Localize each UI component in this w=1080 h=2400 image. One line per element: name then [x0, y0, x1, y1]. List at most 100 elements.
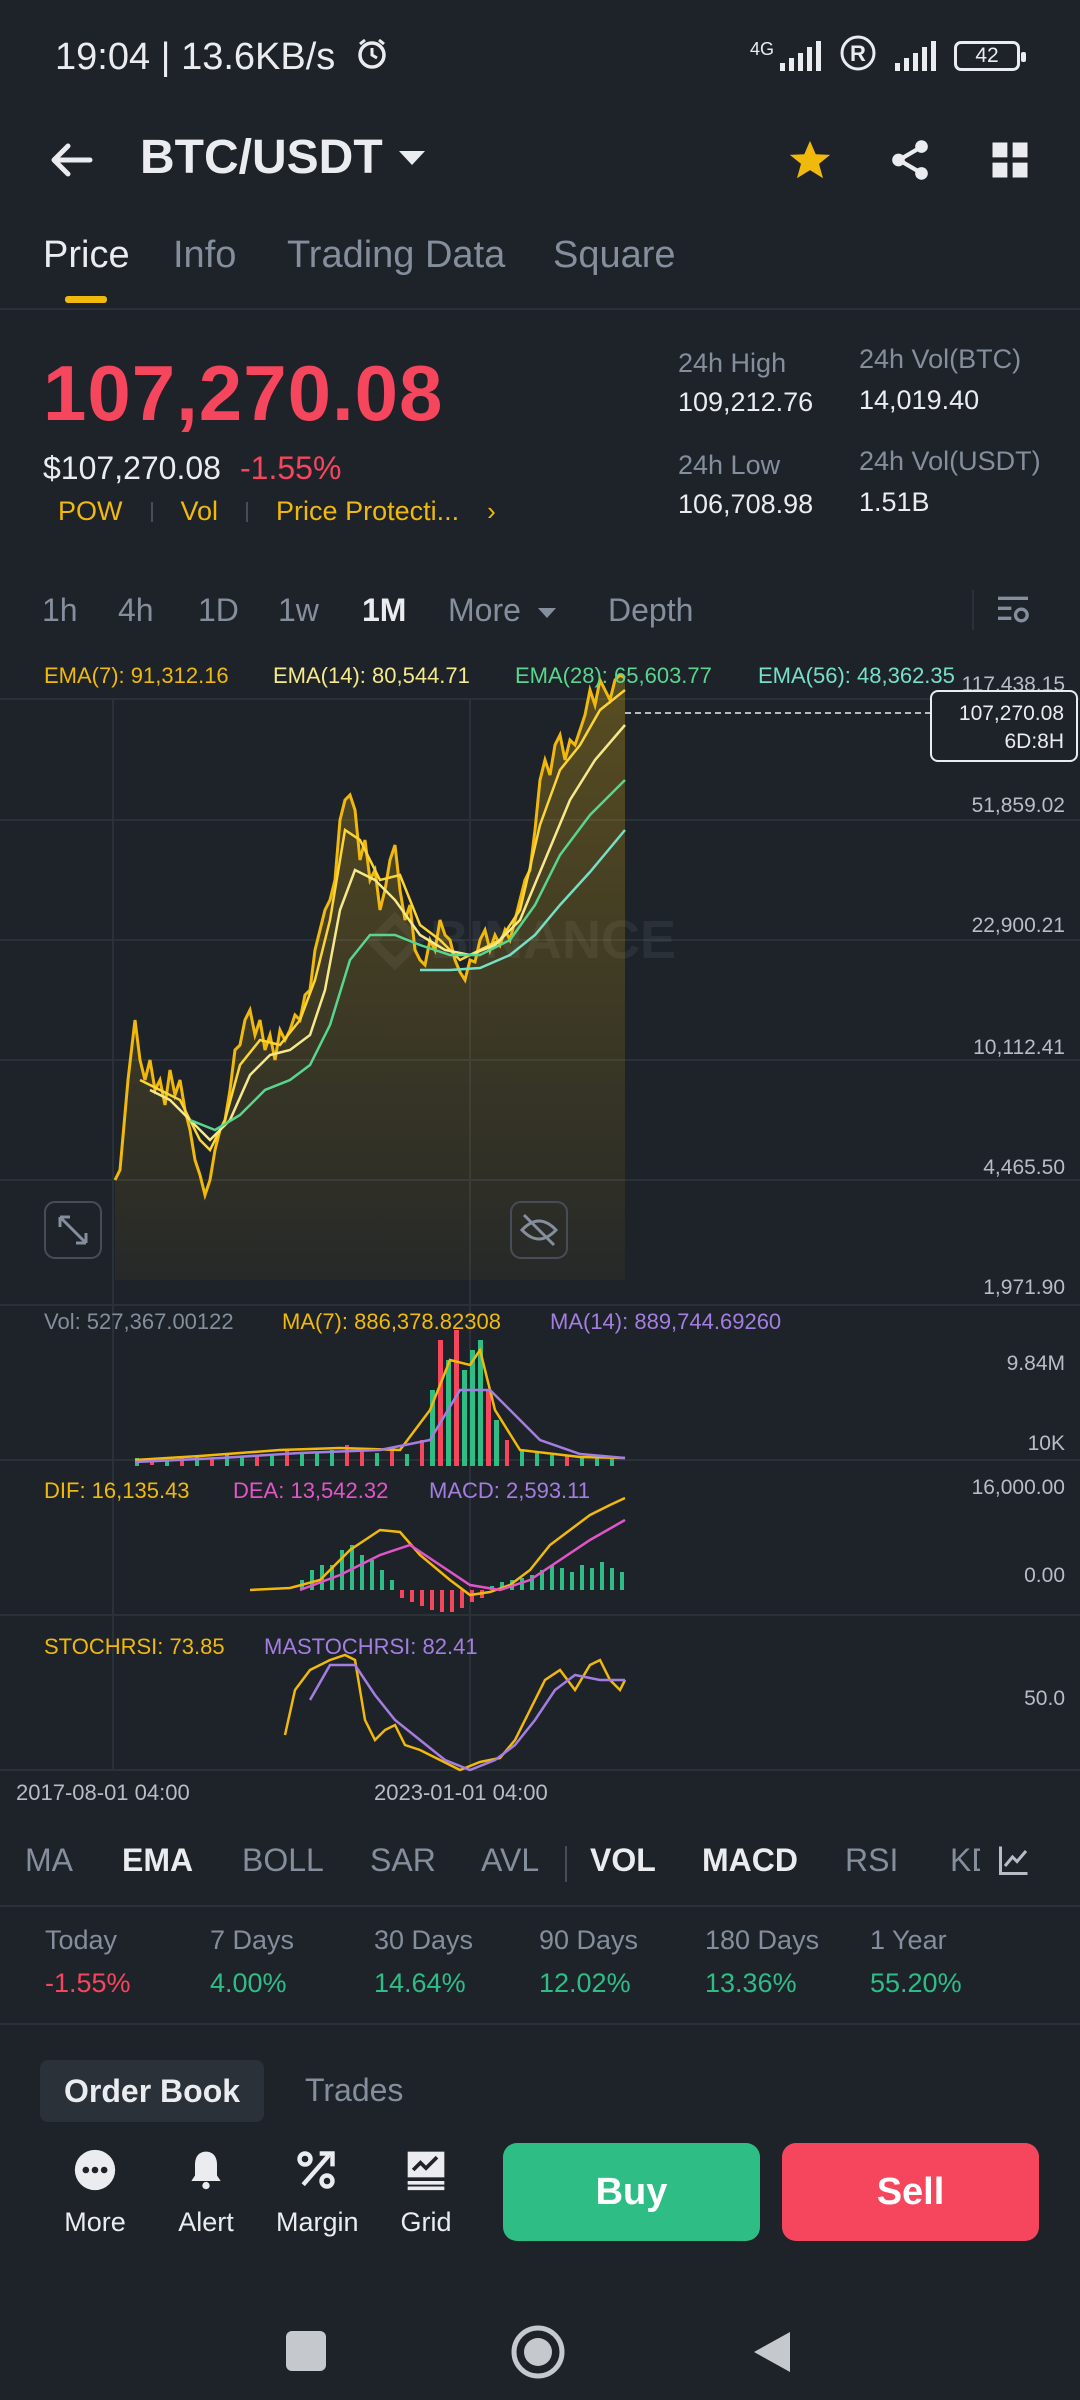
perf-label: 90 Days	[539, 1925, 639, 1955]
indicator-settings-button[interactable]	[996, 1842, 1032, 1883]
vol-axis-label: 10K	[1027, 1432, 1065, 1455]
perf-value: 13.36%	[705, 1968, 797, 1998]
svg-text:R: R	[850, 41, 866, 66]
stat-value: 106,708.98	[678, 489, 814, 519]
tab-trading-data[interactable]: Trading Data	[287, 234, 505, 277]
interval-1w[interactable]: 1w	[278, 592, 319, 629]
action-label: More	[64, 2207, 126, 2237]
system-nav-bar	[0, 2280, 1080, 2400]
price-axis-label: 51,859.02	[971, 794, 1065, 817]
indicator-ma[interactable]: MA	[25, 1842, 73, 1879]
indicator-vol[interactable]: VOL	[590, 1842, 656, 1879]
signal-icon	[780, 41, 821, 71]
vol-ma14-label: MA(14): 889,744.69260	[550, 1309, 782, 1334]
stat-value: 1.51B	[859, 487, 930, 517]
interval-more[interactable]: More	[448, 592, 558, 629]
stat-24h-vol-btc: 24h Vol(BTC) 14,019.40	[859, 344, 1021, 416]
home-button[interactable]	[510, 2324, 566, 2380]
more-button[interactable]: More	[55, 2145, 135, 2238]
indicator-boll[interactable]: BOLL	[242, 1842, 324, 1879]
interval-4h[interactable]: 4h	[118, 592, 154, 629]
vol-axis-label: 9.84M	[1006, 1352, 1065, 1375]
interval-more-label: More	[448, 592, 521, 628]
header: BTC/USDT	[0, 110, 1080, 210]
stat-label: 24h Vol(USDT)	[859, 446, 1041, 476]
pair-selector[interactable]: BTC/USDT	[140, 130, 427, 185]
caret-down-icon	[398, 150, 425, 165]
stat-24h-low: 24h Low 106,708.98	[678, 450, 813, 520]
indicator-macd[interactable]: MACD	[702, 1842, 798, 1879]
header-actions	[780, 130, 1040, 190]
indicator-avl[interactable]: AVL	[481, 1842, 539, 1879]
interval-1d[interactable]: 1D	[198, 592, 239, 629]
tab-info[interactable]: Info	[173, 234, 236, 277]
battery-level: 42	[975, 44, 999, 67]
perf-value: 14.64%	[374, 1968, 466, 1998]
indicator-ema[interactable]: EMA	[122, 1842, 193, 1879]
grid-button[interactable]: Grid	[386, 2145, 466, 2238]
indicator-rsi[interactable]: RSI	[845, 1842, 898, 1879]
interval-1m[interactable]: 1M	[362, 592, 406, 629]
indicator-sar[interactable]: SAR	[370, 1842, 436, 1879]
ema28-label: EMA(28): 65,603.77	[515, 663, 712, 688]
stat-24h-high: 24h High 109,212.76	[678, 348, 813, 418]
perf-label: Today	[45, 1925, 118, 1955]
tab-square[interactable]: Square	[553, 234, 676, 277]
usd-price: $107,270.08	[43, 450, 221, 486]
tab-price[interactable]: Price	[43, 234, 130, 277]
vol-label: Vol: 527,367.00122	[44, 1309, 234, 1334]
alert-button[interactable]: Alert	[166, 2145, 246, 2238]
tab-trades[interactable]: Trades	[305, 2072, 403, 2109]
buy-button[interactable]: Buy	[503, 2143, 760, 2241]
ema56-label: EMA(56): 48,362.35	[758, 663, 955, 688]
chart-settings-button[interactable]	[993, 590, 1033, 635]
sell-button[interactable]: Sell	[782, 2143, 1039, 2241]
divider	[565, 1846, 567, 1882]
perf-7d: 7 Days 4.00%	[210, 1925, 294, 1999]
interval-1h[interactable]: 1h	[42, 592, 78, 629]
dif-label: DIF: 16,135.43	[44, 1478, 190, 1503]
tag-price-protection[interactable]: Price Protecti...	[276, 496, 459, 527]
favorite-button[interactable]	[780, 130, 840, 190]
active-tab-indicator	[65, 296, 107, 303]
back-button[interactable]	[42, 130, 102, 190]
perf-1y: 1 Year 55.20%	[870, 1925, 962, 1999]
stat-value: 109,212.76	[678, 387, 814, 417]
tag-row: POW Vol Price Protecti... ›	[58, 496, 496, 527]
chevron-right-icon[interactable]: ›	[487, 496, 496, 527]
recent-apps-button[interactable]	[286, 2331, 326, 2371]
vol-ma7-label: MA(7): 886,378.82308	[282, 1309, 501, 1334]
indicator-kd[interactable]: KD	[950, 1842, 980, 1879]
stochrsi-label: STOCHRSI: 73.85	[44, 1634, 225, 1659]
last-price-tag-value: 107,270.08	[958, 702, 1064, 725]
price-axis-label: 10,112.41	[973, 1036, 1065, 1059]
tag-vol[interactable]: Vol	[181, 496, 219, 527]
tag-divider	[150, 501, 153, 522]
ema7-label: EMA(7): 91,312.16	[44, 663, 229, 688]
expand-chart-button[interactable]	[44, 1201, 102, 1259]
interval-depth[interactable]: Depth	[608, 592, 693, 629]
last-price-tag: 107,270.08 6D:8H	[930, 690, 1078, 762]
network-type: 4G	[749, 38, 774, 59]
perf-label: 1 Year	[870, 1925, 947, 1955]
price-axis-label: 4,465.50	[983, 1156, 1065, 1179]
margin-button[interactable]: Margin	[276, 2145, 359, 2238]
tag-pow[interactable]: POW	[58, 496, 123, 527]
margin-icon	[291, 2145, 341, 2195]
action-label: Margin	[276, 2207, 359, 2237]
chart-settings-icon	[998, 596, 1029, 623]
layout-button[interactable]	[980, 130, 1040, 190]
stat-value: 14,019.40	[859, 385, 980, 415]
dea-label: DEA: 13,542.32	[233, 1478, 389, 1503]
share-button[interactable]	[880, 130, 940, 190]
share-icon	[892, 140, 928, 180]
grid-bot-icon	[401, 2145, 451, 2195]
macd-label: MACD: 2,593.11	[429, 1478, 591, 1503]
indicator-chart-icon	[999, 1846, 1028, 1875]
price-area	[115, 675, 625, 1280]
nav-back-button[interactable]	[750, 2328, 794, 2376]
tab-order-book[interactable]: Order Book	[40, 2060, 265, 2122]
stat-label: 24h Low	[678, 450, 781, 480]
action-label: Grid	[400, 2207, 452, 2237]
candlestick-chart[interactable]: BINANCE	[0, 650, 1080, 1780]
